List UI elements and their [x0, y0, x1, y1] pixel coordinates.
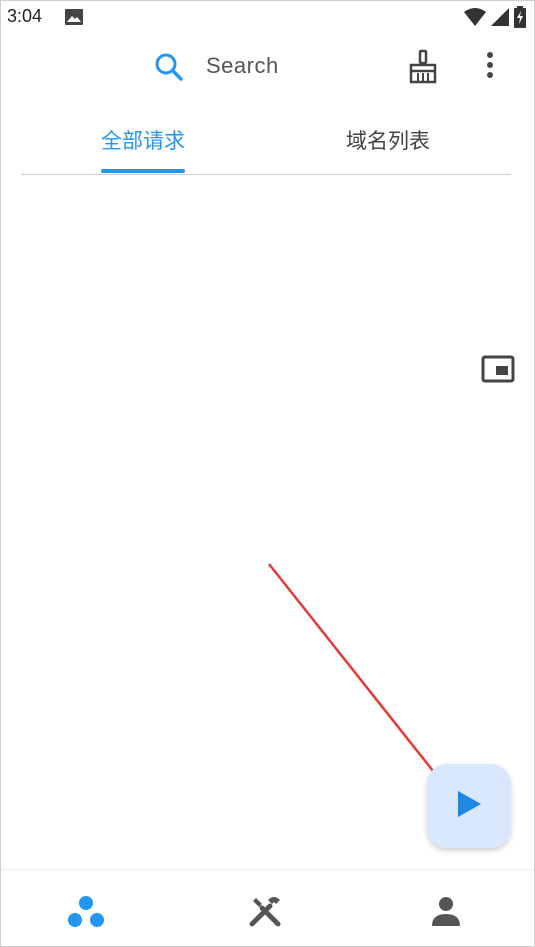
app-screen: 3:04 Search 全部请求 域名列表 [0, 0, 535, 947]
tools-icon[interactable] [248, 894, 284, 935]
play-icon [455, 789, 483, 824]
person-icon[interactable] [429, 894, 463, 933]
start-capture-fab[interactable] [427, 764, 511, 848]
network-nodes-icon[interactable] [67, 894, 105, 935]
bottom-navigation [1, 869, 534, 946]
